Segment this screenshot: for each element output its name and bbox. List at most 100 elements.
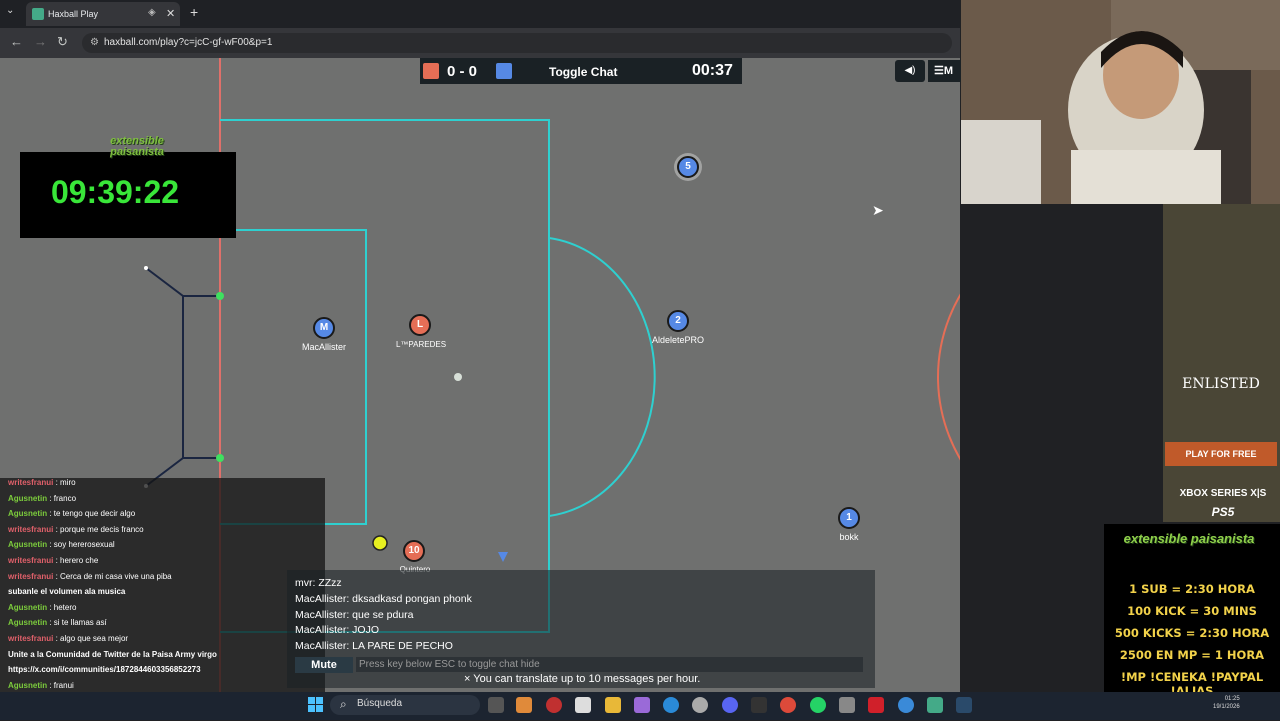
- terminal-icon[interactable]: [751, 697, 767, 713]
- reload-icon[interactable]: ↻: [57, 34, 68, 50]
- tab-title: Haxball Play: [48, 9, 99, 19]
- store-icon[interactable]: [575, 697, 591, 713]
- chat-text: https://x.com/i/communities/187284460335…: [8, 665, 201, 675]
- chat-username: writesfranui: [8, 556, 54, 565]
- chat-username: Agusnetin: [8, 618, 48, 628]
- whatsapp-icon[interactable]: [810, 697, 826, 713]
- tab-close-icon[interactable]: ✕: [166, 7, 175, 20]
- channel-logo: extensible paisanista: [1123, 531, 1255, 546]
- copilot-icon[interactable]: [516, 697, 532, 713]
- start-icon[interactable]: [308, 697, 324, 713]
- stream-chat-row: writesfranui : algo que sea mejor: [8, 634, 129, 643]
- sub-goal-line: 500 KICKS = 2:30 HORA: [1114, 626, 1270, 640]
- app-icon[interactable]: [868, 697, 884, 713]
- player-name: MacAllister: [301, 342, 347, 352]
- stream-chat-row: writesfranui : miro: [8, 478, 76, 487]
- search-icon: ⌕: [340, 697, 347, 711]
- stream-chat-row: https://x.com/i/communities/187284460335…: [8, 665, 201, 674]
- chat-text: si te llamas así: [53, 618, 107, 628]
- player-disc: L: [409, 314, 431, 336]
- play-for-free-button[interactable]: PLAY FOR FREE: [1165, 442, 1277, 466]
- player-disc: 10: [403, 540, 425, 562]
- pen-icon[interactable]: [634, 697, 650, 713]
- chat-text: Unite a la Comunidad de Twitter de la Pa…: [8, 649, 217, 659]
- ad-title: ENLISTED: [1182, 376, 1260, 392]
- taskbar-search[interactable]: [330, 695, 480, 715]
- red-team-indicator: [423, 63, 439, 79]
- match-time: 00:37: [692, 62, 733, 79]
- folder-icon[interactable]: [605, 697, 621, 713]
- back-icon[interactable]: ←: [10, 34, 23, 49]
- new-tab-icon[interactable]: +: [190, 4, 198, 20]
- tab-haxball[interactable]: Haxball Play ◈ ✕: [26, 2, 180, 26]
- chat-message: MacAllister: que se pdura: [295, 609, 414, 621]
- chat-message: MacAllister: dksadkasd pongan phonk: [295, 593, 472, 605]
- stream-chat-row: writesfranui : Cerca de mi casa vive una…: [8, 571, 172, 581]
- chat-text: franui: [53, 680, 74, 690]
- stream-chat-row: Unite a la Comunidad de Twitter de la Pa…: [8, 650, 217, 659]
- discord-icon[interactable]: [722, 697, 738, 713]
- player-disc: 2: [667, 310, 689, 332]
- sound-icon[interactable]: ◀): [895, 60, 925, 82]
- forward-icon[interactable]: →: [34, 34, 47, 49]
- stream-chat-row: subanle el volumen ala musica: [8, 587, 125, 596]
- player-disc: M: [313, 317, 335, 339]
- chat-text: miro: [60, 478, 76, 487]
- opera-icon[interactable]: [546, 697, 562, 713]
- toggle-chat-button[interactable]: Toggle Chat: [549, 65, 617, 79]
- system-clock[interactable]: 01:25 19/1/2026: [1213, 695, 1240, 711]
- chat-message: mvr: ZZzz: [295, 577, 342, 589]
- sub-goal-line: 100 KICK = 30 MINS: [1127, 604, 1257, 618]
- menu-label: M: [943, 65, 954, 77]
- chat-username: Agusnetin: [8, 509, 48, 519]
- tab-audio-icon[interactable]: ◈: [148, 7, 156, 18]
- stream-chat-row: Agusnetin : franco: [8, 493, 77, 503]
- player-name: bokk: [839, 532, 859, 542]
- chat-text: soy hererosexual: [53, 540, 115, 550]
- tray-time: 01:25: [1224, 696, 1240, 702]
- player-disc: 1: [838, 507, 860, 529]
- steam-icon[interactable]: [956, 697, 972, 713]
- chat-text: herero che: [60, 556, 99, 565]
- stream-chat-row: Agusnetin : te tengo que decir algo: [8, 509, 136, 519]
- tray-date: 19/1/2026: [1213, 704, 1240, 710]
- task-view-icon[interactable]: [488, 697, 504, 713]
- edge-icon[interactable]: [663, 697, 679, 713]
- countdown-clock: 09:39:22: [50, 174, 180, 210]
- menu-button[interactable]: ☰M: [928, 60, 962, 82]
- chrome-active-icon[interactable]: [898, 697, 914, 713]
- stream-chat-row: Agusnetin : franui: [8, 680, 74, 690]
- chrome-icon[interactable]: [780, 697, 796, 713]
- search-label: Búsqueda: [357, 698, 403, 709]
- chat-text: hetero: [53, 602, 77, 612]
- blue-team-indicator: [496, 63, 512, 79]
- chat-text: porque me decis franco: [60, 524, 144, 534]
- sub-goal-line: 2500 EN MP = 1 HORA: [1119, 648, 1265, 662]
- stream-chat-row: writesfranui : porque me decis franco: [8, 524, 144, 534]
- tab-list-chevron-icon[interactable]: ⌄: [6, 5, 14, 16]
- github-icon[interactable]: [692, 697, 708, 713]
- chat-text: franco: [53, 493, 77, 503]
- player-name: AldeletePRO: [651, 335, 705, 345]
- chat-username: Agusnetin: [8, 540, 48, 550]
- stream-chat-row: Agusnetin : hetero: [8, 602, 77, 612]
- ad-platform-ps5: PS5: [1211, 505, 1235, 519]
- chat-text: subanle el volumen ala musica: [8, 587, 126, 597]
- chat-text: Cerca de mi casa vive una piba: [60, 571, 172, 581]
- channel-logo: extensible paisanista: [110, 135, 164, 158]
- mute-button[interactable]: Mute: [295, 657, 353, 673]
- site-info-icon[interactable]: ⚙: [90, 37, 99, 48]
- chat-message: MacAllister: JOJO: [295, 624, 380, 636]
- score: 0 - 0: [447, 63, 478, 80]
- ad-banner[interactable]: [1163, 204, 1280, 522]
- player-disc: 5: [677, 156, 699, 178]
- chat-username: Agusnetin: [8, 493, 48, 503]
- settings-icon[interactable]: [839, 697, 855, 713]
- translate-notice: × You can translate up to 10 messages pe…: [464, 673, 701, 685]
- chat-input[interactable]: [356, 657, 863, 672]
- app-icon[interactable]: [927, 697, 943, 713]
- chat-username: writesfranui: [8, 634, 54, 643]
- chat-username: writesfranui: [8, 571, 54, 581]
- stream-chat-row: Agusnetin : soy hererosexual: [8, 540, 115, 550]
- chat-username: Agusnetin: [8, 680, 48, 690]
